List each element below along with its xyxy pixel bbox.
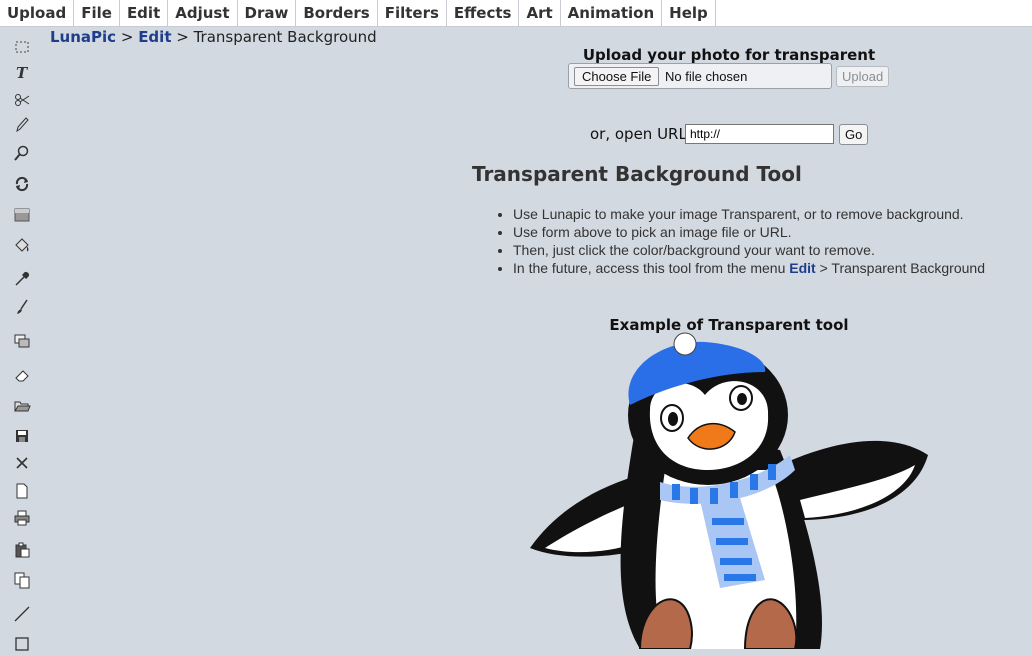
- rotate-icon: [15, 176, 29, 192]
- menu-item-adjust[interactable]: Adjust: [168, 0, 238, 26]
- paste-icon: [15, 542, 30, 558]
- tool-print-button[interactable]: [10, 506, 34, 530]
- menu-item-edit[interactable]: Edit: [120, 0, 169, 26]
- upload-button[interactable]: Upload: [836, 66, 890, 87]
- breadcrumb-separator: >: [116, 28, 139, 46]
- select-rectangle-icon: [15, 41, 29, 53]
- choose-file-button[interactable]: Choose File: [574, 67, 660, 86]
- edit-menu-link[interactable]: Edit: [789, 260, 815, 276]
- tool-paste-button[interactable]: [10, 538, 34, 562]
- tool-line-tool-button[interactable]: [10, 602, 34, 626]
- penguin-illustration: [530, 332, 928, 649]
- go-button[interactable]: Go: [839, 124, 869, 145]
- tool-pencil-button[interactable]: [10, 112, 34, 136]
- menu-bar: Upload File Edit Adjust Draw Borders Filters Ef…: [0, 0, 1032, 27]
- list-item: Use Lunapic to make your image Transpare…: [513, 205, 1032, 223]
- upload-title: Upload your photo for transparent: [582, 46, 876, 64]
- save-icon: [16, 430, 28, 442]
- new-page-icon: [16, 483, 28, 499]
- close-icon: [16, 457, 28, 469]
- file-status-text: No file chosen: [665, 69, 748, 84]
- print-icon: [14, 510, 30, 526]
- menu-item-draw[interactable]: Draw: [238, 0, 297, 26]
- url-label: or, open URL: [590, 125, 687, 143]
- tool-save-button[interactable]: [10, 424, 34, 448]
- breadcrumb-edit-link[interactable]: Edit: [138, 28, 171, 46]
- tip-text: > Transparent Background: [815, 260, 985, 276]
- tool-brush-button[interactable]: [10, 295, 34, 319]
- list-item: Then, just click the color/background yo…: [513, 241, 1032, 259]
- menu-item-help[interactable]: Help: [662, 0, 716, 26]
- tool-strip: T: [0, 27, 44, 651]
- eraser-icon: [15, 370, 29, 382]
- page-title: Transparent Background Tool: [472, 162, 802, 186]
- menu-item-filters[interactable]: Filters: [378, 0, 447, 26]
- menu-item-file[interactable]: File: [74, 0, 120, 26]
- tool-new-page-button[interactable]: [10, 479, 34, 503]
- tips-list: Use Lunapic to make your image Transpare…: [495, 205, 1032, 277]
- gradient-icon: [14, 208, 30, 222]
- menu-item-effects[interactable]: Effects: [447, 0, 520, 26]
- tool-paint-bucket-button[interactable]: [10, 233, 34, 257]
- pencil-icon: [16, 117, 29, 133]
- svg-text:T: T: [16, 64, 29, 81]
- tool-copy-button[interactable]: [10, 568, 34, 592]
- tip-text: In the future, access this tool from the…: [513, 260, 790, 276]
- menu-item-upload[interactable]: Upload: [0, 0, 75, 26]
- tool-rectangle-tool-button[interactable]: [10, 632, 34, 656]
- tool-eraser-button[interactable]: [10, 363, 34, 387]
- zoom-icon: [14, 145, 29, 161]
- layers-icon: [14, 334, 30, 348]
- tool-text-tool-button[interactable]: T: [10, 60, 34, 84]
- tool-scissors-button[interactable]: [10, 88, 34, 112]
- tool-select-rectangle-button[interactable]: [10, 35, 34, 59]
- file-input[interactable]: Choose File No file chosen: [568, 63, 832, 89]
- scissors-icon: [15, 94, 30, 106]
- copy-icon: [14, 572, 30, 589]
- tool-rotate-button[interactable]: [10, 172, 34, 196]
- list-item: Use form above to pick an image file or …: [513, 223, 1032, 241]
- breadcrumb-separator: >: [171, 28, 194, 46]
- menu-item-borders[interactable]: Borders: [296, 0, 378, 26]
- menu-item-art[interactable]: Art: [519, 0, 561, 26]
- tool-layers-button[interactable]: [10, 329, 34, 353]
- tool-gradient-button[interactable]: [10, 203, 34, 227]
- menu-item-animation[interactable]: Animation: [561, 0, 663, 26]
- tool-eyedropper-button[interactable]: [10, 267, 34, 291]
- breadcrumb-current: Transparent Background: [193, 28, 377, 46]
- text-tool-icon: T: [16, 64, 29, 81]
- line-tool-icon: [14, 606, 30, 622]
- eyedropper-icon: [15, 271, 30, 286]
- breadcrumb-home-link[interactable]: LunaPic: [50, 28, 116, 46]
- tool-open-folder-button[interactable]: [10, 394, 34, 418]
- brush-icon: [17, 299, 28, 314]
- paint-bucket-icon: [15, 238, 29, 252]
- list-item: In the future, access this tool from the…: [513, 259, 1032, 277]
- open-folder-icon: [14, 401, 31, 412]
- tool-zoom-button[interactable]: [10, 141, 34, 165]
- breadcrumb: LunaPic > Edit > Transparent Background: [50, 28, 377, 46]
- rectangle-tool-icon: [15, 637, 29, 651]
- url-input[interactable]: [685, 124, 834, 144]
- tool-close-button[interactable]: [10, 451, 34, 475]
